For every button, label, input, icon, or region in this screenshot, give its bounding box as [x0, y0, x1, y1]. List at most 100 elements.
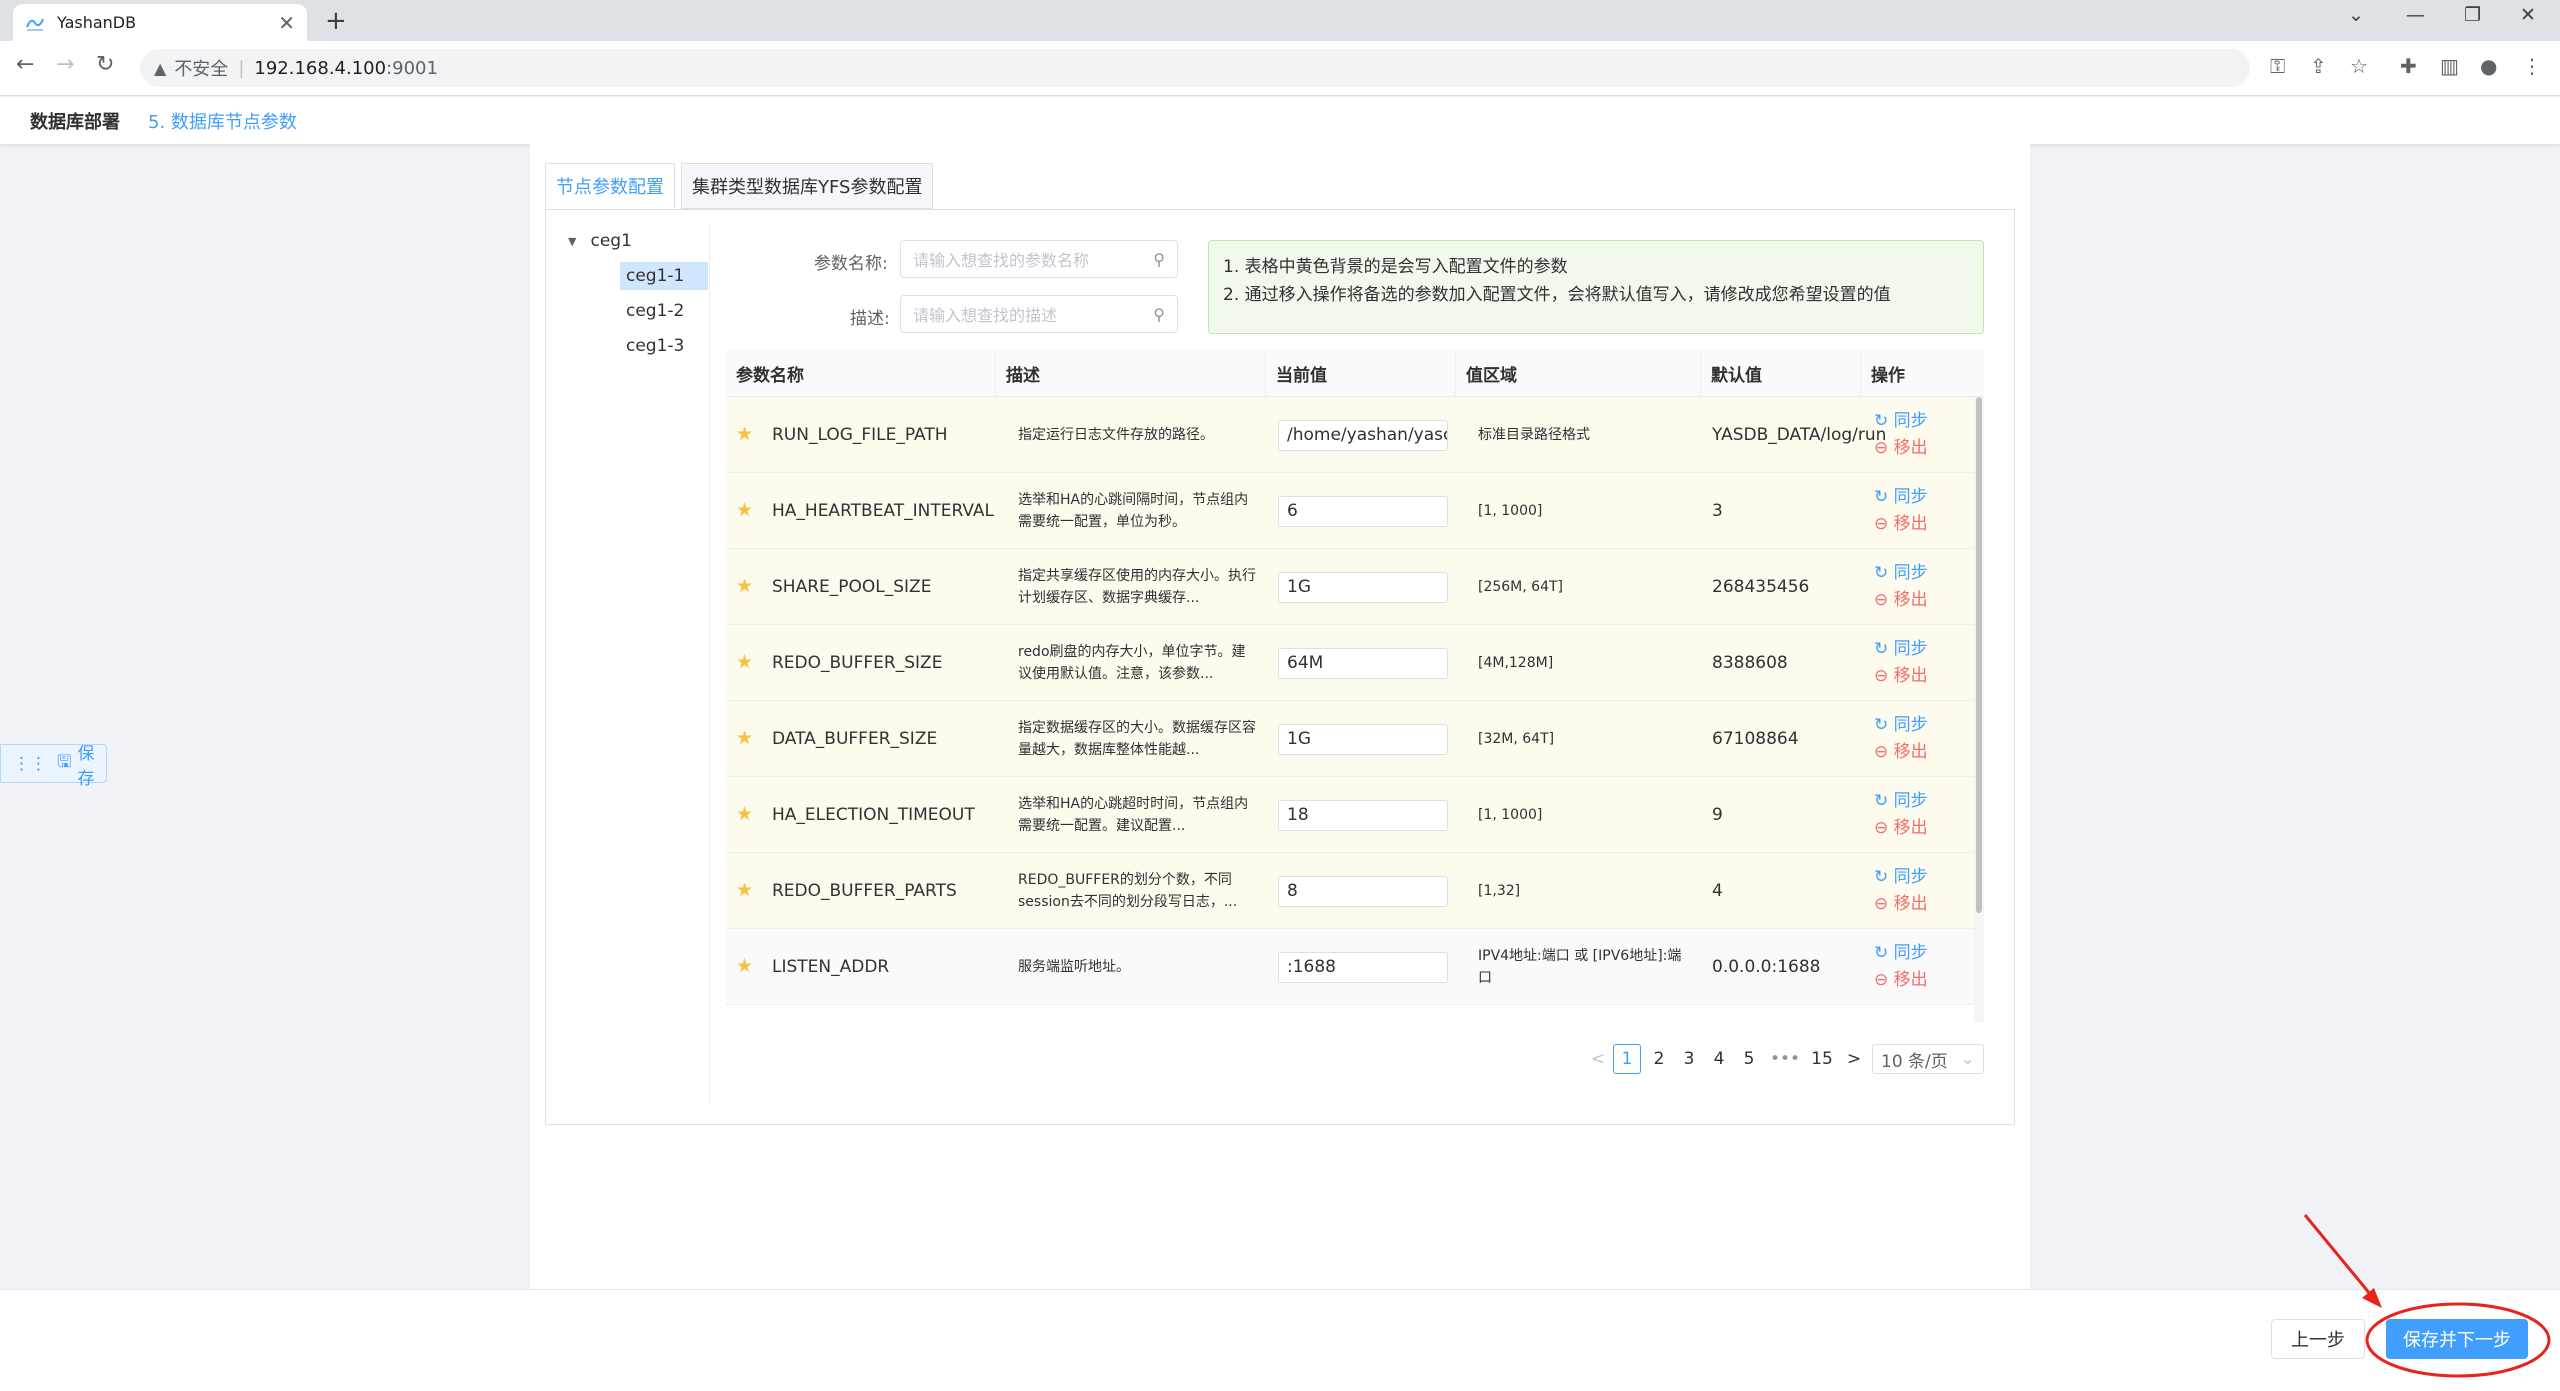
- table-row: ★ REDO_BUFFER_PARTS REDO_BUFFER的划分个数，不同ses…: [726, 853, 1974, 929]
- page-2[interactable]: 2: [1645, 1044, 1673, 1074]
- address-bar[interactable]: ▲ 不安全 | 192.168.4.100:9001: [140, 49, 2250, 87]
- param-name-cell: LISTEN_ADDR: [772, 957, 890, 977]
- sync-label: 同步: [1893, 487, 1928, 507]
- sync-button[interactable]: ↻ 同步: [1874, 940, 1928, 967]
- forward-icon[interactable]: →: [56, 52, 74, 77]
- restore-icon[interactable]: ❐: [2464, 4, 2481, 26]
- param-name-search-input[interactable]: 请输入想查找的参数名称 ⚲: [900, 240, 1178, 278]
- tab-search-icon[interactable]: ⌄: [2348, 4, 2364, 26]
- page-3[interactable]: 3: [1675, 1044, 1703, 1074]
- page-more[interactable]: •••: [1770, 1044, 1800, 1074]
- reload-icon[interactable]: ↻: [96, 52, 114, 77]
- close-tab-icon[interactable]: ✕: [278, 11, 295, 35]
- param-default-cell: 9: [1712, 805, 1723, 825]
- breadcrumb-root[interactable]: 数据库部署: [30, 108, 120, 134]
- tree-node-ceg1-1[interactable]: ceg1-1: [620, 262, 708, 290]
- page-15[interactable]: 15: [1808, 1044, 1836, 1074]
- page-4[interactable]: 4: [1705, 1044, 1733, 1074]
- tab-node-params[interactable]: 节点参数配置: [545, 163, 675, 209]
- remove-icon: ⊖: [1874, 666, 1889, 686]
- desc-search-input[interactable]: 请输入想查找的描述 ⚲: [900, 295, 1178, 333]
- param-value-input[interactable]: 1G: [1278, 723, 1448, 755]
- key-icon[interactable]: ⚿: [2270, 54, 2285, 78]
- param-actions-cell: ↻ 同步 ⊖ 移出: [1874, 777, 1928, 853]
- table-scrollbar[interactable]: [1974, 397, 1984, 1022]
- param-range-cell: [1,32]: [1478, 883, 1521, 899]
- tree-node-root[interactable]: ▼ ceg1: [568, 227, 632, 255]
- search-icon[interactable]: ⚲: [1153, 305, 1165, 324]
- param-name-cell: HA_ELECTION_TIMEOUT: [772, 805, 975, 825]
- star-icon: ★: [736, 803, 754, 825]
- sidepanel-icon[interactable]: ▥: [2440, 54, 2459, 78]
- scrollbar-thumb[interactable]: [1976, 397, 1982, 913]
- param-value-input[interactable]: 1G: [1278, 571, 1448, 603]
- caret-down-icon[interactable]: ▼: [568, 235, 576, 248]
- param-range-cell: 标准目录路径格式: [1478, 427, 1590, 443]
- page-5[interactable]: 5: [1735, 1044, 1763, 1074]
- page-prev-button[interactable]: <: [1584, 1044, 1612, 1074]
- remove-button[interactable]: ⊖ 移出: [1874, 815, 1928, 842]
- param-name-cell: DATA_BUFFER_SIZE: [772, 729, 938, 749]
- prev-step-button[interactable]: 上一步: [2271, 1319, 2365, 1359]
- sync-button[interactable]: ↻ 同步: [1874, 636, 1928, 663]
- floating-save-button[interactable]: ⋮⋮ 🖫 保存: [0, 744, 107, 789]
- search-icon[interactable]: ⚲: [1153, 250, 1165, 269]
- sync-button[interactable]: ↻ 同步: [1874, 864, 1928, 891]
- sync-button[interactable]: ↻ 同步: [1874, 408, 1928, 435]
- remove-button[interactable]: ⊖ 移出: [1874, 663, 1928, 690]
- table-row: ★ RUN_LOG_FILE_PATH 指定运行日志文件存放的路径。 /home/ya…: [726, 397, 1974, 473]
- param-default-cell: 268435456: [1712, 577, 1810, 597]
- remove-button[interactable]: ⊖ 移出: [1874, 587, 1928, 614]
- sync-button[interactable]: ↻ 同步: [1874, 560, 1928, 587]
- tab-yfs-params[interactable]: 集群类型数据库YFS参数配置: [681, 163, 934, 209]
- param-value-cell: 1G: [1278, 701, 1448, 777]
- param-default-cell: 8388608: [1712, 653, 1788, 673]
- remove-button[interactable]: ⊖ 移出: [1874, 739, 1928, 766]
- remove-button[interactable]: ⊖ 移出: [1874, 435, 1928, 462]
- param-name-cell: RUN_LOG_FILE_PATH: [772, 425, 948, 445]
- tree-node-ceg1-3[interactable]: ceg1-3: [626, 332, 684, 360]
- minimize-icon[interactable]: —: [2406, 4, 2425, 26]
- param-value-input[interactable]: :1688: [1278, 951, 1448, 983]
- star-icon: ★: [736, 423, 754, 445]
- param-range-cell: [4M,128M]: [1478, 655, 1554, 671]
- sync-button[interactable]: ↻ 同步: [1874, 484, 1928, 511]
- profile-icon[interactable]: ●: [2480, 54, 2497, 78]
- back-icon[interactable]: ←: [16, 52, 34, 77]
- desc-label: 描述:: [850, 309, 890, 329]
- remove-button[interactable]: ⊖ 移出: [1874, 511, 1928, 538]
- extensions-icon[interactable]: ✚: [2400, 54, 2417, 78]
- sync-button[interactable]: ↻ 同步: [1874, 712, 1928, 739]
- param-tabs: 节点参数配置 集群类型数据库YFS参数配置: [545, 163, 939, 209]
- bookmark-star-icon[interactable]: ☆: [2350, 54, 2368, 78]
- param-range-cell: [256M, 64T]: [1478, 579, 1563, 595]
- browser-tab[interactable]: YashanDB ✕: [13, 4, 307, 41]
- param-name-cell: HA_HEARTBEAT_INTERVAL: [772, 501, 995, 521]
- param-actions-cell: ↻ 同步 ⊖ 移出: [1874, 549, 1928, 625]
- share-icon[interactable]: ⇪: [2310, 54, 2327, 78]
- remove-button[interactable]: ⊖ 移出: [1874, 967, 1928, 994]
- star-icon: ★: [736, 651, 754, 673]
- sync-button[interactable]: ↻ 同步: [1874, 788, 1928, 815]
- remove-label: 移出: [1893, 970, 1928, 990]
- page-1[interactable]: 1: [1613, 1044, 1641, 1074]
- menu-kebab-icon[interactable]: ⋮: [2522, 54, 2542, 78]
- param-value-input[interactable]: 8: [1278, 875, 1448, 907]
- save-and-next-button[interactable]: 保存并下一步: [2386, 1319, 2528, 1359]
- new-tab-icon[interactable]: +: [325, 6, 347, 36]
- tree-node-ceg1-2[interactable]: ceg1-2: [626, 297, 684, 325]
- param-actions-cell: ↻ 同步 ⊖ 移出: [1874, 397, 1928, 473]
- param-range-cell: [32M, 64T]: [1478, 731, 1555, 747]
- table-header: 参数名称 描述 当前值 值区域 默认值 操作: [726, 350, 1984, 397]
- param-value-input[interactable]: 6: [1278, 495, 1448, 527]
- sync-label: 同步: [1893, 791, 1928, 811]
- page-size-select[interactable]: 10 条/页 ⌄: [1872, 1044, 1984, 1074]
- window-close-icon[interactable]: ✕: [2520, 4, 2536, 26]
- param-value-input[interactable]: /home/yashan/yasc: [1278, 419, 1448, 451]
- drag-handle-icon[interactable]: ⋮⋮: [13, 754, 47, 774]
- param-default-cell: 0.0.0.0:1688: [1712, 957, 1821, 977]
- param-value-input[interactable]: 64M: [1278, 647, 1448, 679]
- param-value-input[interactable]: 18: [1278, 799, 1448, 831]
- page-next-button[interactable]: >: [1840, 1044, 1868, 1074]
- remove-button[interactable]: ⊖ 移出: [1874, 891, 1928, 918]
